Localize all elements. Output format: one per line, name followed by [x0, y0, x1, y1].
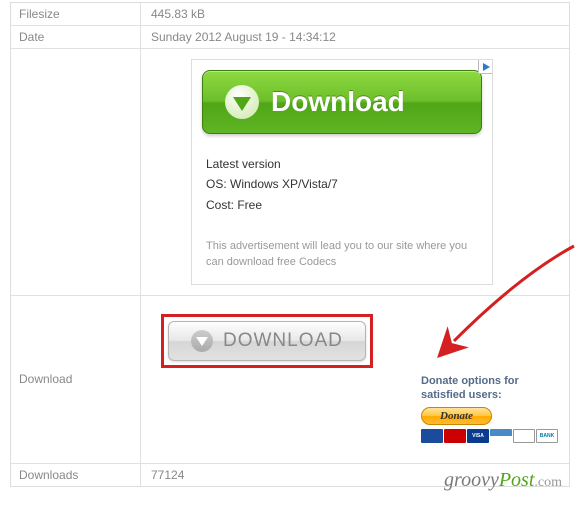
donate-section: Donate options for satisfied users: Dona… [161, 368, 559, 449]
downloads-label: Downloads [11, 464, 141, 486]
ad-download-text: Download [271, 86, 405, 118]
ad-disclaimer: This advertisement will lead you to our … [192, 219, 492, 284]
donate-button[interactable]: Donate [421, 407, 492, 425]
mastercard-icon [444, 429, 466, 443]
row-advertisement: Download Latest version OS: Windows XP/V… [11, 49, 569, 296]
ad-line-os: OS: Windows XP/Vista/7 [206, 174, 478, 194]
info-table: Filesize 445.83 kB Date Sunday 2012 Augu… [10, 2, 570, 487]
watermark: groovyPost.com [444, 469, 562, 492]
ad-info: Latest version OS: Windows XP/Vista/7 Co… [192, 144, 492, 219]
row-date: Date Sunday 2012 August 19 - 14:34:12 [11, 26, 569, 49]
ad-cell: Download Latest version OS: Windows XP/V… [141, 49, 569, 295]
ad-box: Download Latest version OS: Windows XP/V… [191, 59, 493, 285]
filesize-label: Filesize [11, 3, 141, 25]
download-arrow-icon [225, 85, 259, 119]
download-button-text: DOWNLOAD [223, 330, 343, 352]
filesize-value: 445.83 kB [141, 3, 569, 25]
visa-icon: VISA [467, 429, 489, 443]
payment-cards: VISA BANK [421, 429, 559, 443]
donate-label: Donate options for satisfied users: [421, 374, 559, 403]
ad-label-cell [11, 49, 141, 295]
highlight-box: DOWNLOAD [161, 314, 373, 368]
discover-icon [513, 429, 535, 443]
date-label: Date [11, 26, 141, 48]
maestro-icon [421, 429, 443, 443]
bank-icon: BANK [536, 429, 558, 443]
download-arrow-icon [191, 330, 213, 352]
adchoices-icon[interactable] [478, 60, 492, 74]
download-label: Download [11, 296, 141, 463]
date-value: Sunday 2012 August 19 - 14:34:12 [141, 26, 569, 48]
download-cell: DOWNLOAD Donate options for satisfied us… [141, 296, 569, 463]
ad-download-button[interactable]: Download [202, 70, 482, 134]
row-download: Download DOWNLOAD Donate op [11, 296, 569, 464]
amex-icon [490, 429, 512, 443]
row-filesize: Filesize 445.83 kB [11, 3, 569, 26]
ad-line-cost: Cost: Free [206, 195, 478, 215]
real-download-button[interactable]: DOWNLOAD [168, 321, 366, 361]
ad-line-version: Latest version [206, 154, 478, 174]
